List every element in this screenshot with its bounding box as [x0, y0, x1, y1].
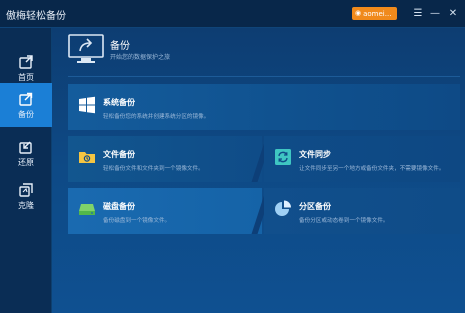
disk-backup-title: 磁盘备份 — [103, 202, 135, 211]
user-account-button[interactable]: ◉ aomei... — [352, 7, 397, 20]
sidebar-item-label: 备份 — [18, 109, 34, 119]
sidebar-item-backup[interactable]: 备份 — [0, 83, 52, 127]
sidebar-item-label: 首页 — [18, 72, 34, 82]
sidebar: 首页 备份 还原 克隆 — [0, 28, 52, 313]
disk-icon — [79, 204, 95, 215]
disk-backup-desc: 备份磁盘到一个镜像文件。 — [103, 218, 171, 224]
file-sync-title: 文件同步 — [299, 150, 331, 159]
partition-backup-desc: 备份分区或动态卷到一个镜像文件。 — [299, 218, 389, 224]
backup-icon — [19, 92, 33, 106]
sync-icon — [275, 149, 291, 165]
page-subtitle: 开始您的数据保护之旅 — [110, 54, 171, 61]
system-backup-card[interactable]: 系统备份 轻松备份您的系统并创建系统分区的镜像。 — [68, 84, 460, 130]
sidebar-item-label: 还原 — [18, 157, 34, 167]
user-account-label: aomei... — [363, 9, 392, 18]
close-icon[interactable]: ✕ — [446, 6, 460, 20]
disk-backup-card[interactable]: 磁盘备份 备份磁盘到一个镜像文件。 — [68, 188, 262, 234]
file-sync-card[interactable]: 文件同步 让文件同步至另一个地方或备份文件夹，不需要镜像文件。 — [264, 136, 460, 182]
system-backup-title: 系统备份 — [103, 98, 135, 107]
window-title: 傲梅轻松备份 — [6, 11, 66, 22]
minimize-icon[interactable]: — — [428, 6, 442, 20]
wifi-icon: ◉ — [355, 9, 362, 17]
monitor-backup-icon — [68, 34, 104, 63]
file-backup-desc: 轻松备份文件和文件夹到一个镜像文件。 — [103, 166, 204, 172]
partition-backup-title: 分区备份 — [299, 202, 331, 211]
sidebar-item-clone[interactable]: 克隆 — [0, 174, 52, 218]
header-divider — [68, 76, 460, 77]
partition-backup-card[interactable]: 分区备份 备份分区或动态卷到一个镜像文件。 — [264, 188, 460, 234]
sidebar-item-restore[interactable]: 还原 — [0, 131, 52, 175]
folder-icon — [79, 152, 95, 163]
clone-icon — [19, 182, 33, 197]
sidebar-item-label: 克隆 — [18, 200, 34, 210]
partition-pie-icon — [275, 200, 291, 216]
file-sync-desc: 让文件同步至另一个地方或备份文件夹，不需要镜像文件。 — [299, 166, 445, 172]
page-title: 备份 — [110, 41, 130, 52]
app-window: 傲梅轻松备份 ◉ aomei... ☰ — ✕ 首页 备份 还原 克隆 备份 开… — [0, 0, 465, 313]
windows-icon — [79, 96, 95, 114]
home-icon — [19, 54, 33, 69]
system-backup-desc: 轻松备份您的系统并创建系统分区的镜像。 — [103, 114, 210, 120]
menu-icon[interactable]: ☰ — [411, 6, 425, 20]
title-bar: 傲梅轻松备份 ◉ aomei... ☰ — ✕ — [0, 0, 465, 28]
page-header: 备份 开始您的数据保护之旅 — [68, 34, 460, 77]
file-backup-title: 文件备份 — [103, 150, 135, 159]
restore-icon — [19, 141, 32, 154]
main-panel: 备份 开始您的数据保护之旅 系统备份 轻松备份您的系统并创建系统分区的镜像。 文… — [52, 28, 465, 313]
file-backup-card[interactable]: 文件备份 轻松备份文件和文件夹到一个镜像文件。 — [68, 136, 262, 182]
